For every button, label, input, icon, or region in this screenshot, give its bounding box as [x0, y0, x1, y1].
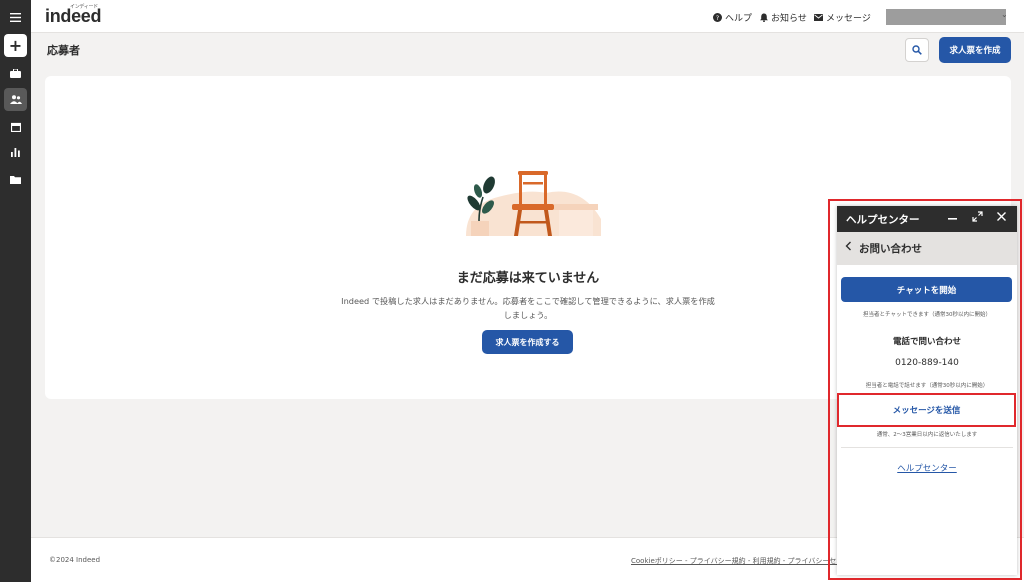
close-icon[interactable] [996, 211, 1007, 225]
send-message-button[interactable]: メッセージを送信 [837, 393, 1016, 427]
divider [841, 447, 1013, 448]
start-chat-button[interactable]: チャットを開始 [841, 277, 1012, 302]
help-panel-header: ヘルプセンター [837, 206, 1017, 232]
phone-note: 担当者と電話で話せます（通常30秒以内に開始） [865, 383, 989, 389]
page-title: 応募者 [47, 44, 80, 57]
folder-icon[interactable] [4, 168, 27, 191]
expand-icon[interactable] [972, 211, 983, 225]
bell-icon [760, 13, 768, 22]
search-icon [912, 45, 922, 55]
create-job-button[interactable]: 求人票を作成 [939, 37, 1011, 63]
help-circle-icon: ? [713, 13, 722, 22]
search-button[interactable] [905, 38, 929, 62]
help-center-link[interactable]: ヘルプセンター [837, 462, 1017, 474]
mail-icon [814, 14, 823, 21]
svg-text:?: ? [716, 14, 719, 22]
phone-contact-title: 電話で問い合わせ [892, 337, 961, 347]
help-center-panel: ヘルプセンター お問い合わせ チャットを開始 担当者とチャットできます（通常30… [837, 206, 1017, 575]
notifications-link[interactable]: お知らせ [760, 11, 807, 24]
back-chevron-icon[interactable] [845, 241, 852, 254]
indeed-logo[interactable]: indeed インディード [45, 4, 102, 27]
chevron-down-icon[interactable]: ⌄ [1001, 10, 1008, 19]
candidates-icon[interactable] [4, 88, 27, 111]
create-job-posting-button[interactable]: 求人票を作成する [482, 330, 573, 354]
message-note: 通常、2～3営業日以内に返信いたします [876, 432, 978, 438]
top-header: indeed インディード ? ヘルプ お知らせ メッセージ ⌄ [31, 0, 1024, 33]
help-link[interactable]: ? ヘルプ [713, 11, 752, 24]
empty-state-description: Indeed で投稿した求人はまだありません。応募者をここで確認して管理できるよ… [341, 296, 715, 320]
help-panel-subheader: お問い合わせ [837, 232, 1017, 265]
calendar-icon[interactable] [4, 115, 27, 138]
briefcase-icon[interactable] [4, 62, 27, 85]
add-icon[interactable]: + [4, 34, 27, 57]
analytics-icon[interactable] [4, 141, 27, 164]
left-nav-rail: + [0, 0, 31, 582]
copyright-text: ©2024 Indeed [49, 556, 101, 564]
empty-chair-illustration [466, 171, 601, 236]
footer-links[interactable]: Cookieポリシー - プライバシー規約 - 利用規約 - プライバシーセン [631, 556, 843, 566]
menu-icon[interactable] [4, 6, 27, 29]
phone-number[interactable]: 0120-889-140 [837, 358, 1017, 368]
chat-note: 担当者とチャットできます（通常30秒以内に開始） [863, 312, 991, 318]
minimize-icon[interactable] [947, 209, 958, 224]
account-menu[interactable] [886, 9, 1006, 25]
contact-title: お問い合わせ [859, 243, 922, 255]
messages-link[interactable]: メッセージ [814, 11, 871, 24]
help-panel-title: ヘルプセンター [846, 214, 920, 226]
